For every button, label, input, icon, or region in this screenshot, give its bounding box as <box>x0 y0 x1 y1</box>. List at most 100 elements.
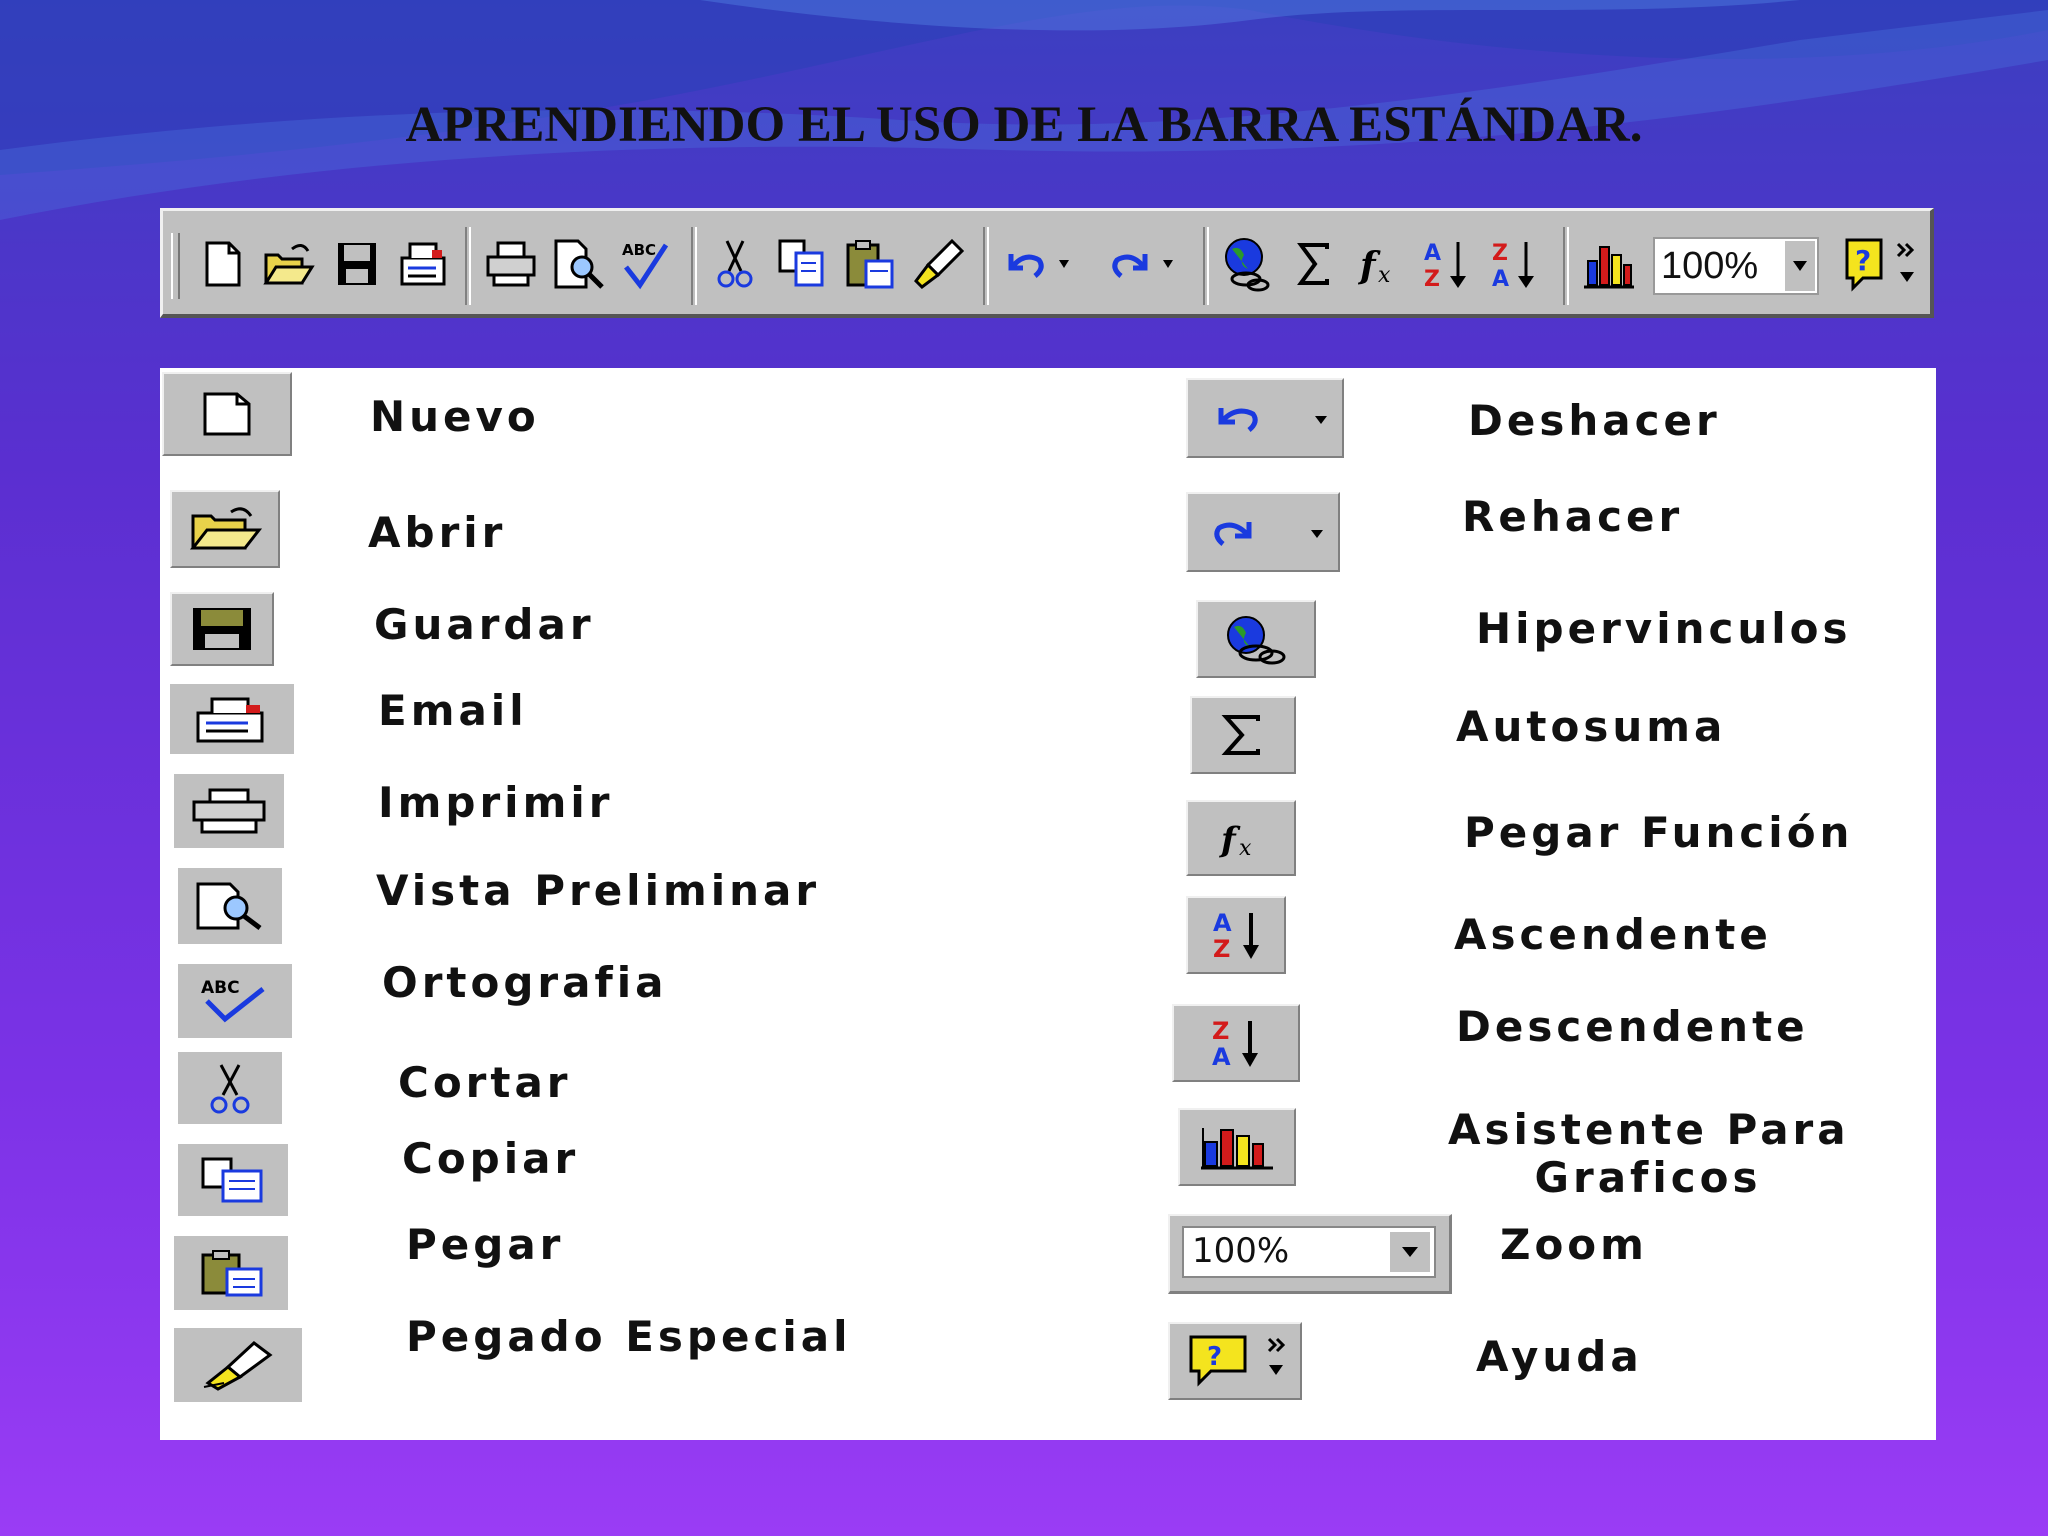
copy-button[interactable] <box>773 231 833 297</box>
legend-icon-email <box>170 684 294 754</box>
toolbar-grip[interactable] <box>171 233 180 299</box>
cut-button[interactable] <box>705 231 765 297</box>
svg-text:x: x <box>1378 263 1391 288</box>
svg-text:x: x <box>1239 836 1252 861</box>
legend-icon-zoom: 100% <box>1168 1214 1452 1294</box>
format-painter-button[interactable] <box>909 231 969 297</box>
help-icon: ? <box>1189 1335 1286 1387</box>
legend-label-sort-descending: Descendente <box>1456 1002 1809 1051</box>
sort-ascending-icon: AZ <box>1213 909 1259 963</box>
sort-descending-button[interactable]: ZA <box>1485 231 1545 297</box>
brush-icon <box>914 238 965 289</box>
svg-text:Z: Z <box>1424 267 1440 292</box>
sort-descending-icon: ZA <box>1212 1017 1258 1071</box>
save-button[interactable] <box>327 231 387 297</box>
new-document-icon <box>203 392 251 436</box>
legend-label-cut: Cortar <box>398 1058 572 1107</box>
copy-icon <box>201 1157 263 1203</box>
autosum-button[interactable] <box>1285 231 1345 297</box>
legend-label-paste-function: Pegar Función <box>1464 808 1854 857</box>
standard-toolbar: ABC fx AZ ZA 100% ? <box>160 208 1934 318</box>
email-button[interactable] <box>393 231 453 297</box>
copy-icon <box>778 239 824 287</box>
page-title: APRENDIENDO EL USO DE LA BARRA ESTÁNDAR. <box>405 97 1643 153</box>
legend-label-zoom: Zoom <box>1500 1220 1648 1269</box>
email-icon <box>400 242 446 286</box>
paste-button[interactable] <box>841 231 901 297</box>
function-icon: fx <box>1219 820 1252 861</box>
open-folder-icon <box>263 244 315 285</box>
zoom-combo[interactable]: 100% <box>1653 237 1819 295</box>
toolbar-options-button[interactable] <box>1893 231 1921 297</box>
email-icon <box>196 697 264 743</box>
legend-icon-cut <box>178 1052 282 1124</box>
chart-wizard-button[interactable] <box>1579 231 1639 297</box>
legend-icon-sort-ascending: AZ <box>1186 896 1286 974</box>
legend-label-chart-wizard: Asistente Para Graficos <box>1448 1106 1848 1202</box>
legend-label-sort-ascending: Ascendente <box>1454 910 1772 959</box>
svg-text:?: ? <box>1855 244 1871 277</box>
help-icon: ? <box>1845 238 1883 292</box>
legend-zoom-field: 100% <box>1182 1226 1436 1278</box>
legend-zoom-dropdown <box>1390 1232 1430 1272</box>
more-options-icon <box>1896 242 1915 282</box>
legend-zoom-value: 100% <box>1192 1231 1290 1271</box>
paste-icon <box>201 1250 263 1297</box>
svg-text:f: f <box>1219 820 1241 860</box>
legend-icon-redo <box>1186 492 1340 572</box>
redo-button[interactable] <box>1103 231 1183 297</box>
spelling-button[interactable]: ABC <box>615 231 675 297</box>
legend-icon-save <box>170 592 274 666</box>
paste-function-button[interactable]: fx <box>1351 231 1411 297</box>
print-button[interactable] <box>481 231 541 297</box>
legend-icon-autosum <box>1190 696 1296 774</box>
legend-label-print: Imprimir <box>378 778 614 827</box>
chevron-down-icon <box>1793 261 1807 271</box>
legend-label-paste: Pegar <box>406 1220 565 1269</box>
scissors-icon <box>210 1064 250 1114</box>
legend-label-help: Ayuda <box>1476 1332 1643 1381</box>
legend-icon-hyperlink <box>1196 600 1316 678</box>
help-button[interactable]: ? <box>1835 231 1895 297</box>
svg-text:ABC: ABC <box>201 978 240 998</box>
print-preview-button[interactable] <box>549 231 609 297</box>
svg-text:Z: Z <box>1213 935 1230 963</box>
sort-ascending-button[interactable]: AZ <box>1417 231 1477 297</box>
undo-button[interactable] <box>999 231 1079 297</box>
redo-icon <box>1112 254 1173 278</box>
printer-icon <box>192 788 266 834</box>
legend-icon-spelling: ABC <box>178 964 292 1038</box>
legend-label-copy: Copiar <box>402 1134 580 1183</box>
legend-label-chart-wizard-line1: Asistente Para <box>1448 1105 1850 1154</box>
printer-icon <box>486 241 536 287</box>
scissors-icon <box>717 240 753 288</box>
legend-label-new: Nuevo <box>370 392 540 441</box>
svg-text:A: A <box>1424 241 1441 266</box>
svg-text:Z: Z <box>1492 241 1508 266</box>
sort-descending-icon: ZA <box>1492 241 1534 292</box>
svg-text:?: ? <box>1207 1342 1222 1372</box>
new-document-icon <box>205 241 241 287</box>
svg-text:A: A <box>1213 909 1232 937</box>
new-button[interactable] <box>193 231 253 297</box>
legend-icon-help: ? <box>1168 1322 1302 1400</box>
paste-icon <box>846 240 894 289</box>
legend-label-save: Guardar <box>374 600 595 649</box>
save-disk-icon <box>193 608 251 650</box>
undo-icon <box>1218 408 1327 432</box>
chart-icon <box>1201 1128 1273 1170</box>
undo-icon <box>1008 254 1069 278</box>
legend-panel: Nuevo Abrir Guardar Email Imprimir Vista… <box>160 368 1936 1440</box>
legend-icon-print-preview <box>178 868 282 944</box>
legend-icon-undo <box>1186 378 1344 458</box>
legend-icon-chart-wizard <box>1178 1108 1296 1186</box>
zoom-dropdown-arrow[interactable] <box>1785 241 1815 291</box>
save-disk-icon <box>338 243 376 285</box>
svg-text:ABC: ABC <box>622 241 656 259</box>
globe-link-icon <box>1227 616 1286 665</box>
sigma-icon <box>1297 243 1329 285</box>
zoom-value: 100% <box>1661 245 1759 287</box>
legend-icon-paste-special <box>174 1328 302 1402</box>
open-button[interactable] <box>259 231 319 297</box>
hyperlink-button[interactable] <box>1217 231 1277 297</box>
